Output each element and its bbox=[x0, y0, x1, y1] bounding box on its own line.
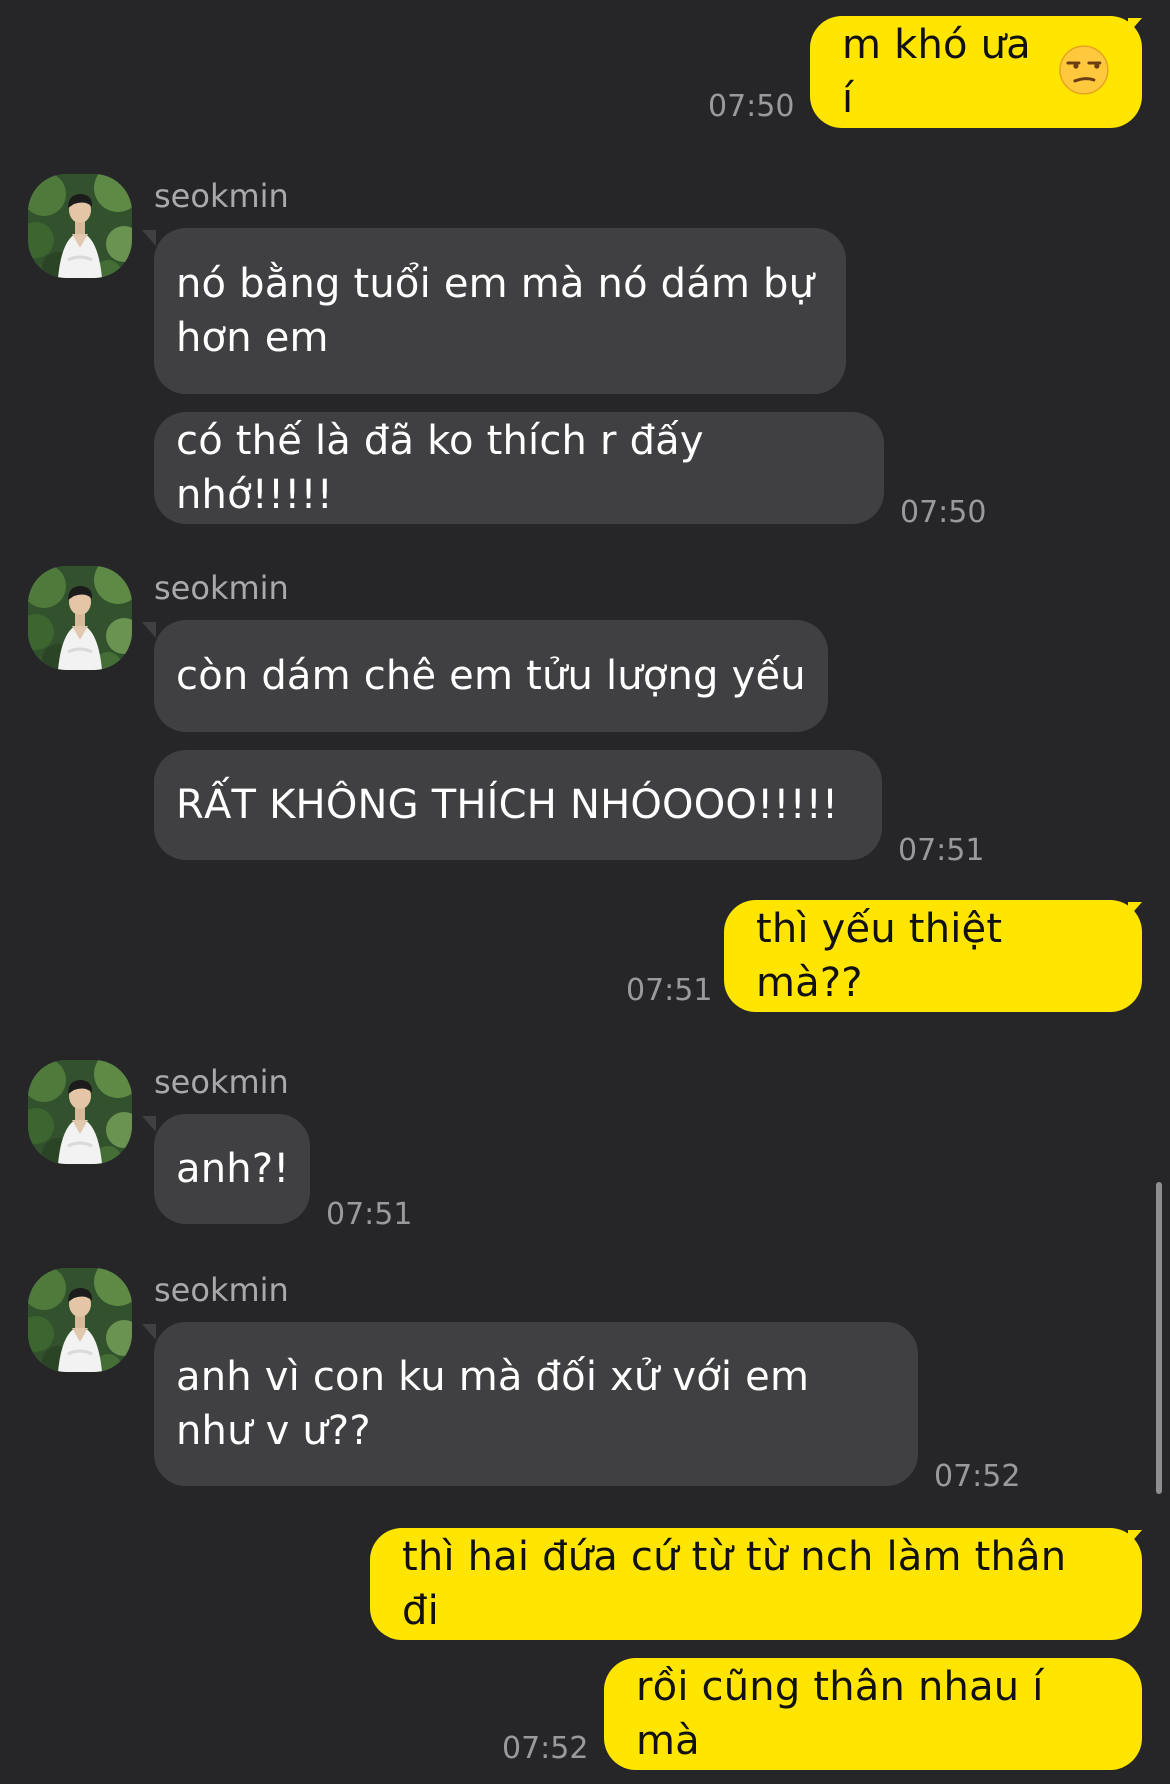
bubble-tail bbox=[142, 230, 156, 246]
message-text: thì yếu thiệt mà?? bbox=[756, 906, 1003, 1006]
incoming-message-bubble[interactable]: anh?! bbox=[154, 1114, 310, 1224]
bubble-tail bbox=[142, 1116, 156, 1132]
chat-screen[interactable]: 07:50 m khó ưa í seokmin nó bằng tuổi em… bbox=[0, 0, 1170, 1784]
contact-avatar[interactable] bbox=[28, 1268, 132, 1372]
message-time: 07:52 bbox=[502, 1731, 589, 1766]
message-text: còn dám chê em tửu lượng yếu bbox=[176, 653, 806, 699]
sender-name: seokmin bbox=[154, 177, 289, 215]
unamused-face-icon bbox=[1058, 44, 1110, 96]
incoming-message-bubble[interactable]: còn dám chê em tửu lượng yếu bbox=[154, 620, 828, 732]
bubble-tail bbox=[142, 1324, 156, 1340]
message-text: rồi cũng thân nhau í mà bbox=[636, 1664, 1044, 1764]
message-time: 07:51 bbox=[326, 1197, 413, 1232]
outgoing-message-bubble[interactable]: thì yếu thiệt mà?? bbox=[724, 900, 1142, 1012]
message-time: 07:50 bbox=[708, 89, 795, 124]
message-time: 07:52 bbox=[934, 1459, 1021, 1494]
incoming-message-bubble[interactable]: có thế là đã ko thích r đấy nhớ!!!!! bbox=[154, 412, 884, 524]
outgoing-message-bubble[interactable]: rồi cũng thân nhau í mà bbox=[604, 1658, 1142, 1770]
contact-avatar[interactable] bbox=[28, 174, 132, 278]
message-text: anh vì con ku mà đối xử với em như v ư?? bbox=[176, 1354, 810, 1454]
sender-name: seokmin bbox=[154, 1271, 289, 1309]
outgoing-message-bubble[interactable]: thì hai đứa cứ từ từ nch làm thân đi bbox=[370, 1528, 1142, 1640]
sender-name: seokmin bbox=[154, 569, 289, 607]
bubble-tail bbox=[142, 622, 156, 638]
sender-name: seokmin bbox=[154, 1063, 289, 1101]
message-text: thì hai đứa cứ từ từ nch làm thân đi bbox=[402, 1534, 1067, 1634]
contact-avatar[interactable] bbox=[28, 1060, 132, 1164]
message-text: có thế là đã ko thích r đấy nhớ!!!!! bbox=[176, 418, 704, 518]
message-time: 07:51 bbox=[626, 973, 713, 1008]
contact-avatar[interactable] bbox=[28, 566, 132, 670]
chat-scrollbar[interactable] bbox=[1156, 1182, 1162, 1494]
message-text: RẤT KHÔNG THÍCH NHÓOOO!!!!! bbox=[176, 782, 839, 828]
message-text: anh?! bbox=[176, 1146, 290, 1192]
message-text: m khó ưa í bbox=[842, 22, 1031, 122]
outgoing-message-bubble[interactable]: m khó ưa í bbox=[810, 16, 1142, 128]
incoming-message-bubble[interactable]: anh vì con ku mà đối xử với em như v ư?? bbox=[154, 1322, 918, 1486]
message-text: nó bằng tuổi em mà nó dám bự hơn em bbox=[176, 261, 815, 361]
message-time: 07:50 bbox=[900, 495, 987, 530]
message-time: 07:51 bbox=[898, 833, 985, 868]
incoming-message-bubble[interactable]: nó bằng tuổi em mà nó dám bự hơn em bbox=[154, 228, 846, 394]
incoming-message-bubble[interactable]: RẤT KHÔNG THÍCH NHÓOOO!!!!! bbox=[154, 750, 882, 860]
